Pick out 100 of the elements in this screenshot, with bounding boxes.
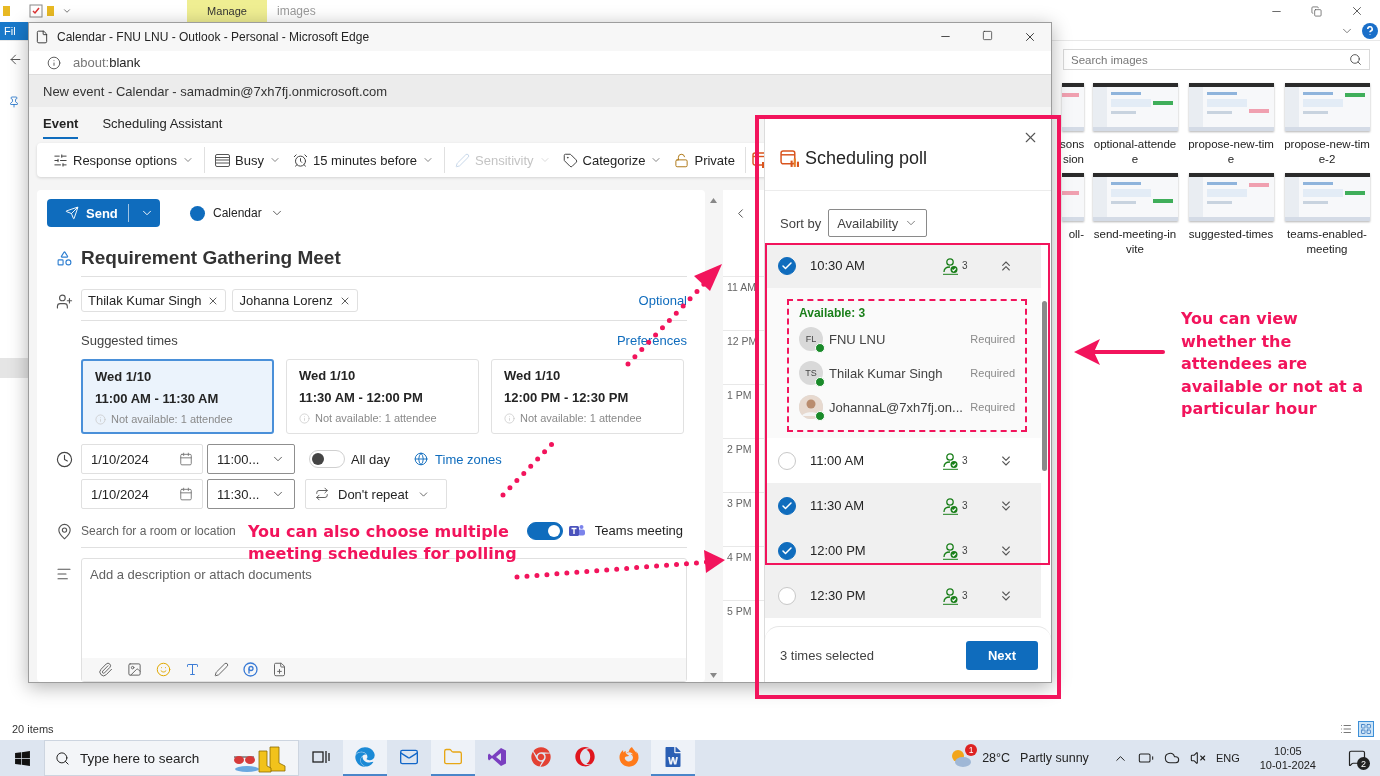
file-name[interactable]: teams-enabled- meeting <box>1282 227 1372 257</box>
checkbox[interactable] <box>778 496 796 515</box>
task-view-icon[interactable] <box>312 749 330 765</box>
date-field[interactable]: 1/10/2024 <box>81 479 203 509</box>
suggested-time-card[interactable]: Wed 1/10 12:00 PM - 12:30 PM Not available: 1 attendee <box>491 359 684 434</box>
send-button[interactable]: Send <box>47 199 160 227</box>
battery-icon[interactable] <box>1137 750 1154 766</box>
file-name[interactable]: propose-new-tim e-2 <box>1282 137 1372 167</box>
checkbox[interactable] <box>778 586 796 605</box>
address-text[interactable]: about:blank <box>73 55 141 70</box>
notifications-icon[interactable] <box>1348 749 1366 767</box>
ribbon-tab[interactable]: Manage <box>187 0 267 22</box>
time-dropdown[interactable]: 11:30... <box>207 479 295 509</box>
file-name[interactable]: sons sion <box>1060 137 1084 167</box>
maximize-icon[interactable] <box>982 30 993 41</box>
text-format-icon[interactable] <box>185 662 200 677</box>
optional-link[interactable]: Optional <box>638 293 687 308</box>
availability-note: Not available: 1 attendee <box>111 413 233 425</box>
loop-icon[interactable] <box>243 662 258 677</box>
sort-dropdown[interactable]: Availability <box>828 209 928 237</box>
taskbar-search-field[interactable]: Type here to search <box>44 740 299 776</box>
file-name[interactable]: oll- <box>1060 227 1084 242</box>
checkbox[interactable] <box>778 256 796 275</box>
info-icon[interactable] <box>47 55 61 70</box>
file-add-icon[interactable] <box>272 662 287 677</box>
cloud-icon[interactable] <box>1163 750 1180 766</box>
attendee-name: Thilak Kumar Singh <box>829 365 944 381</box>
taskbar-app[interactable] <box>343 740 387 776</box>
scroll-up-icon[interactable] <box>709 198 717 203</box>
checkbox[interactable] <box>778 541 796 560</box>
page-icon <box>35 30 49 44</box>
tag-icon <box>562 152 578 168</box>
back-icon[interactable] <box>8 52 23 67</box>
file-name[interactable]: optional-attende e <box>1090 137 1180 167</box>
close-icon[interactable] <box>1350 4 1364 18</box>
checkbox[interactable] <box>778 451 796 470</box>
teams-toggle[interactable] <box>526 521 563 540</box>
title-field[interactable]: Requirement Gathering Meet <box>81 246 341 269</box>
suggested-time-card[interactable]: Wed 1/10 11:00 AM - 11:30 AM Not available: 1 attendee <box>81 359 274 434</box>
file-tab[interactable]: Fil <box>0 22 28 40</box>
all-day-toggle[interactable] <box>309 450 345 468</box>
checkmark-icon <box>781 499 793 512</box>
toolbar-button[interactable]: Busy <box>211 152 285 168</box>
time-option[interactable]: 12:00 PM 3 <box>765 528 1041 573</box>
avatar: TS <box>799 361 823 385</box>
paperclip-icon[interactable] <box>98 662 113 677</box>
time-option[interactable]: 11:30 AM 3 <box>765 483 1041 528</box>
file-name[interactable]: send-meeting-in vite <box>1090 227 1180 257</box>
panel-title: Scheduling poll <box>805 148 928 169</box>
time-option[interactable]: 12:30 PM 3 <box>765 573 1041 618</box>
card-time-range: 11:30 AM - 12:00 PM <box>299 390 424 405</box>
teams-label: Teams meeting <box>594 523 683 538</box>
next-button[interactable]: Next <box>966 641 1038 670</box>
help-icon[interactable] <box>1362 23 1378 39</box>
card-day: Wed 1/10 <box>504 368 671 383</box>
language-indicator[interactable]: ENG <box>1215 752 1240 764</box>
calendar-selector[interactable]: Calendar <box>184 204 290 222</box>
taskbar-app[interactable] <box>431 740 475 776</box>
attendee-chip[interactable]: Thilak Kumar Singh <box>81 289 227 312</box>
tab[interactable]: Event <box>43 109 79 139</box>
suggested-time-card[interactable]: Wed 1/10 11:30 AM - 12:00 PM Not available: 1 attendee <box>286 359 479 434</box>
speaker-muted-icon[interactable] <box>1189 750 1206 766</box>
taskbar-app[interactable] <box>651 740 695 776</box>
checkmark-icon <box>781 259 793 272</box>
search-field[interactable]: Search images <box>1063 49 1370 70</box>
availability-note: Not available: 1 attendee <box>520 412 642 424</box>
hour-label: 5 PM <box>727 605 752 617</box>
weather-text: Partly sunny <box>1020 751 1089 765</box>
tab[interactable]: Scheduling Assistant <box>102 109 223 139</box>
scroll-down-icon[interactable] <box>709 673 717 678</box>
pen-icon[interactable] <box>214 662 229 677</box>
file-name[interactable]: suggested-times <box>1186 227 1276 242</box>
large-icons-view-icon[interactable] <box>1360 723 1372 735</box>
time-dropdown[interactable]: 11:00... <box>207 444 295 474</box>
location-field[interactable]: Search for a room or location <box>81 523 236 538</box>
toolbar-button[interactable]: 15 minutes before <box>289 152 439 168</box>
repeat-dropdown[interactable]: Don't repeat <box>305 479 447 509</box>
time-option[interactable]: 10:30 AM 3 <box>765 243 1041 288</box>
time-zones-link[interactable]: Time zones <box>435 451 502 467</box>
date-field[interactable]: 1/10/2024 <box>81 444 203 474</box>
availability-note: Not available: 1 attendee <box>315 412 437 424</box>
toolbar-button[interactable]: Private <box>670 152 739 168</box>
pen-icon <box>455 152 471 168</box>
clock-date[interactable]: 10-01-2024 <box>1259 758 1316 772</box>
toolbar-button[interactable]: Response options <box>49 152 199 168</box>
restore-icon[interactable] <box>1311 5 1322 17</box>
close-icon[interactable] <box>1023 30 1037 44</box>
attendee-chip[interactable]: Johanna Lorenz <box>232 289 358 312</box>
attendee-role: Required <box>970 401 1015 413</box>
search-icon <box>1349 53 1362 66</box>
image-icon[interactable] <box>127 662 142 677</box>
preferences-link[interactable]: Preferences <box>616 332 687 348</box>
file-name[interactable]: propose-new-tim e <box>1186 137 1276 167</box>
details-view-icon[interactable] <box>1340 723 1352 735</box>
temperature: 28°C <box>982 751 1011 765</box>
time-label: 11:30 AM <box>810 498 865 513</box>
clock-time[interactable]: 10:05 <box>1274 744 1302 758</box>
start-icon[interactable] <box>13 749 31 767</box>
people-check-icon <box>942 451 960 470</box>
toolbar-button[interactable]: Categorize <box>558 152 667 168</box>
